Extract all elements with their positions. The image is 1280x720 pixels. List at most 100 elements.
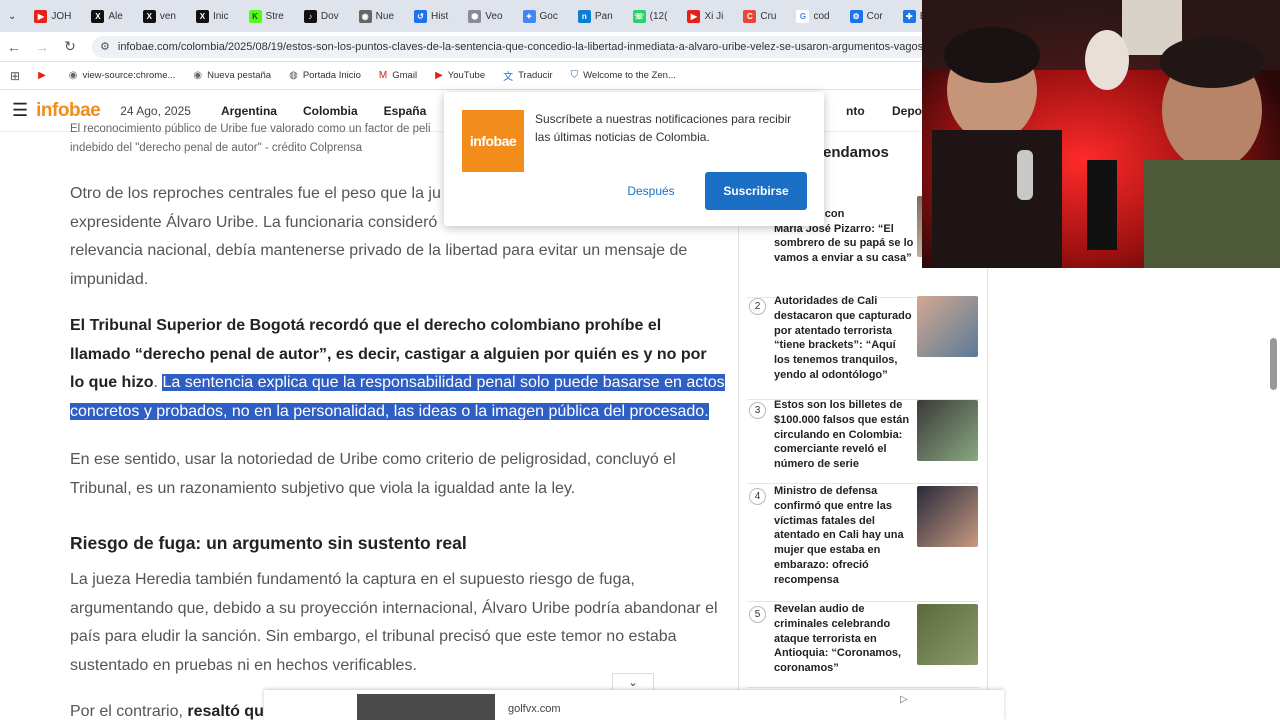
- ad-image: [357, 694, 495, 720]
- trending-headline: Autoridades de Cali destacaron que captu…: [774, 295, 912, 381]
- browser-tab[interactable]: ◉ Nue: [349, 0, 404, 32]
- tab-label: Nue: [375, 10, 395, 22]
- paragraph-line: relevancia nacional, debía mantenerse pr…: [70, 242, 688, 259]
- gear-icon: ⚙: [849, 9, 863, 23]
- bookmark-item[interactable]: ◉ view-source:chrome...: [69, 70, 176, 81]
- paragraph-highlight: El Tribunal Superior de Bogotá recordó q…: [70, 312, 725, 426]
- url-text: infobae.com/colombia/2025/08/19/estos-so…: [117, 40, 933, 53]
- history-icon: ↺: [414, 9, 428, 23]
- tab-label: Xi Ji: [704, 10, 724, 22]
- tab-label: Pan: [594, 10, 613, 22]
- webcam-overlay: [922, 0, 1280, 268]
- browser-tab[interactable]: Xven: [133, 0, 186, 32]
- browser-tab[interactable]: n Pan: [568, 0, 623, 32]
- hamburger-search-icon[interactable]: ☰: [12, 100, 28, 121]
- browser-tab[interactable]: X Ale: [81, 0, 132, 32]
- paragraph-line: impunidad.: [70, 270, 149, 288]
- browser-tab[interactable]: Gcod: [786, 0, 839, 32]
- youtube-icon: ▶: [687, 9, 701, 23]
- trending-item[interactable]: 5 Revelan audio de criminales celebrando …: [747, 602, 979, 688]
- browser-tab[interactable]: ▶ Xi Ji: [677, 0, 733, 32]
- tab-label: Ale: [108, 10, 123, 22]
- bookmark-item[interactable]: M Gmail: [379, 70, 417, 81]
- paragraph-text: Por el contrario,: [70, 703, 188, 720]
- x-icon: X: [142, 9, 156, 23]
- bookmark-item[interactable]: ▶ YouTube: [435, 70, 485, 81]
- trending-rank: 3: [749, 402, 766, 419]
- google-icon: G: [796, 9, 810, 23]
- tab-search-dropdown[interactable]: ⌄: [0, 0, 24, 32]
- subscribe-button[interactable]: Suscribirse: [705, 172, 807, 210]
- paragraph: La jueza Heredia también fundamentó la c…: [70, 571, 718, 674]
- bookmark-item[interactable]: 文 Traducir: [503, 68, 553, 83]
- trending-rank: 5: [749, 606, 766, 623]
- later-button[interactable]: Después: [612, 172, 690, 210]
- paragraph: En ese sentido, usar la notoriedad de Ur…: [70, 451, 676, 497]
- bookmark-label: Portada Inicio: [302, 70, 361, 81]
- ad-collapse-toggle[interactable]: ⌄: [612, 673, 654, 691]
- tab-label: Veo: [485, 10, 503, 22]
- tab-label: Cru: [760, 10, 777, 22]
- browser-tab[interactable]: ↺ Hist: [404, 0, 458, 32]
- browser-tab[interactable]: ⚙ Cor: [840, 0, 893, 32]
- sidebar-title: endamos: [823, 144, 889, 161]
- popup-logo: infobae: [462, 110, 524, 172]
- translate-icon: 文: [503, 72, 514, 83]
- gemini-icon: ✦: [522, 9, 536, 23]
- browser-tab[interactable]: ▶ JOH: [24, 0, 81, 32]
- ad-play-icon[interactable]: ▷: [900, 694, 908, 705]
- extension-icon: ✚: [902, 9, 916, 23]
- tab-label: JOH: [51, 10, 72, 22]
- tab-label: Goc: [539, 10, 558, 22]
- bookmark-item[interactable]: ▶: [38, 70, 51, 81]
- nav-link-espana[interactable]: España: [384, 104, 427, 118]
- nav-link-partial[interactable]: nto: [846, 104, 865, 118]
- reload-icon[interactable]: ↻: [56, 38, 84, 55]
- trending-headline: Ministro de defensa confirmó que entre l…: [774, 485, 904, 586]
- trending-item[interactable]: 4 Ministro de defensa confirmó que entre …: [747, 484, 979, 602]
- bookmark-item[interactable]: ⛉ Welcome to the Zen...: [571, 70, 676, 81]
- trending-thumbnail: [917, 296, 978, 357]
- browser-tab[interactable]: ♪ Dov: [294, 0, 349, 32]
- browser-tab[interactable]: ☏ (12(: [623, 0, 678, 32]
- chevron-down-icon: ⌄: [8, 10, 17, 22]
- whatsapp-icon: ☏: [632, 9, 646, 23]
- site-logo[interactable]: infobae: [36, 100, 101, 122]
- selected-text[interactable]: La sentencia explica que la responsabili…: [70, 374, 725, 420]
- browser-tab[interactable]: K Stre: [239, 0, 294, 32]
- shield-icon: ⛉: [570, 70, 579, 81]
- youtube-icon: ▶: [435, 70, 443, 81]
- apps-grid-icon[interactable]: ⊞: [10, 69, 20, 83]
- browser-tab[interactable]: ✦ Goc: [513, 0, 568, 32]
- browser-tab[interactable]: ⬢ Veo: [458, 0, 512, 32]
- chrome-icon: ◉: [68, 70, 78, 81]
- period-text: .: [153, 374, 158, 391]
- bottom-ad-banner[interactable]: golfvx.com ▷: [264, 690, 1004, 720]
- section-heading: Riesgo de fuga: un argumento sin sustent…: [70, 533, 467, 553]
- chrome-icon: ◉: [193, 70, 203, 81]
- trending-rank: 2: [749, 298, 766, 315]
- veo-icon: ⬢: [468, 9, 482, 23]
- trending-rank: 4: [749, 488, 766, 505]
- trending-item[interactable]: 3 Estos son los billetes de $100.000 fals…: [747, 398, 979, 484]
- browser-tab[interactable]: X Inic: [186, 0, 239, 32]
- site-info-icon[interactable]: ⚙: [100, 40, 110, 53]
- tab-label: Hist: [431, 10, 449, 22]
- bookmark-label: view-source:chrome...: [82, 70, 176, 81]
- nav-link-colombia[interactable]: Colombia: [303, 104, 358, 118]
- tab-label: ven: [159, 10, 176, 22]
- trending-item[interactable]: 2 Autoridades de Cali destacaron que capt…: [747, 294, 979, 400]
- ad-domain: golfvx.com: [508, 703, 561, 715]
- tab-label: Cor: [866, 10, 883, 22]
- kick-icon: K: [248, 9, 262, 23]
- browser-tab[interactable]: C Cru: [733, 0, 786, 32]
- forward-arrow-icon[interactable]: →: [28, 39, 56, 55]
- bookmark-item[interactable]: ◉ Nueva pestaña: [193, 70, 271, 81]
- bold-text: resaltó qu: [187, 703, 264, 720]
- bookmark-item[interactable]: ◍ Portada Inicio: [289, 70, 361, 81]
- bookmark-label: Welcome to the Zen...: [583, 70, 676, 81]
- page-scrollbar-thumb[interactable]: [1270, 338, 1277, 390]
- trending-thumbnail: [917, 604, 978, 665]
- back-arrow-icon[interactable]: ←: [0, 39, 28, 55]
- nav-link-argentina[interactable]: Argentina: [221, 104, 277, 118]
